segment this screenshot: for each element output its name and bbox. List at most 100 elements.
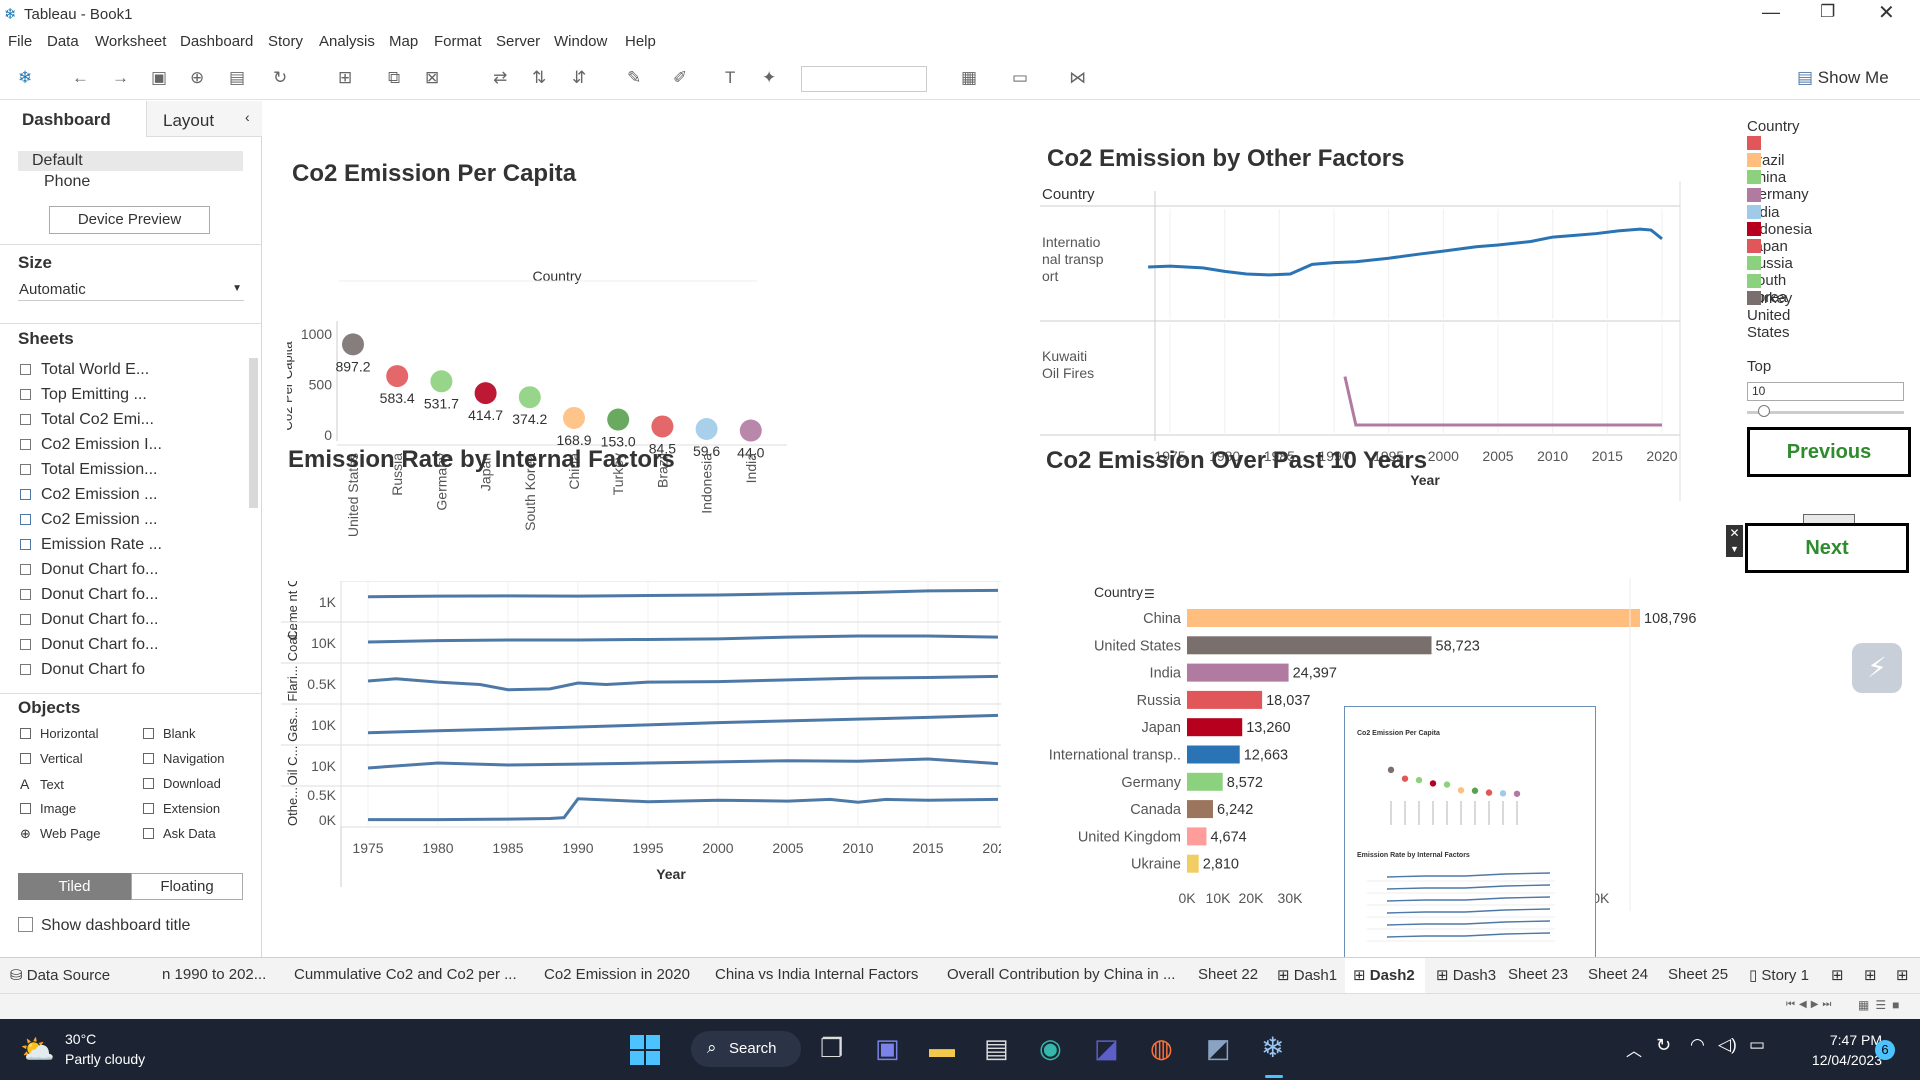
tab-dashboard[interactable]: Dashboard — [0, 101, 146, 137]
tab-sheet[interactable]: Co2 Emission in 2020 — [544, 966, 690, 983]
object-blank[interactable]: Blank — [143, 726, 196, 741]
app-icon[interactable]: ◪ — [1094, 1033, 1119, 1064]
sync-icon[interactable]: ↻ — [1656, 1035, 1671, 1056]
highlight-icon[interactable]: ✎ — [627, 68, 641, 88]
tab-data-source[interactable]: ⛁ Data Source — [10, 966, 110, 984]
new-data-source-icon[interactable]: ⊕ — [190, 68, 204, 88]
tab-nav-arrows-icon[interactable]: ⏮◀▶⏭ — [1786, 999, 1835, 1010]
show-hidden-icons-icon[interactable]: ︿ — [1626, 1037, 1642, 1061]
menu-worksheet[interactable]: Worksheet — [95, 33, 166, 50]
minimize-button[interactable]: — — [1762, 2, 1780, 23]
restore-button[interactable]: ❐ — [1820, 2, 1835, 22]
menu-format[interactable]: Format — [434, 33, 482, 50]
sheet-item[interactable]: Donut Chart fo... — [20, 561, 158, 579]
undo-icon[interactable]: ← — [72, 68, 89, 88]
battery-icon[interactable]: ▭ — [1749, 1035, 1765, 1055]
sheet-item[interactable]: Co2 Emission I... — [20, 436, 162, 454]
teams-icon[interactable]: ▣ — [875, 1033, 900, 1064]
clock-date[interactable]: 12/04/2023 — [1792, 1052, 1882, 1068]
tab-sheet[interactable]: China vs India Internal Factors — [715, 966, 918, 983]
collapse-pane-icon[interactable]: ‹ — [245, 109, 250, 125]
menu-server[interactable]: Server — [496, 33, 540, 50]
top-filter-input[interactable]: 10 — [1747, 382, 1904, 401]
tab-layout[interactable]: Layout ‹ — [146, 101, 262, 137]
new-worksheet-icon[interactable]: ⊞ — [338, 68, 352, 88]
menu-story[interactable]: Story — [268, 33, 303, 50]
legend-item[interactable]: United States — [1747, 290, 1790, 341]
sheet-item[interactable]: Donut Chart fo... — [20, 611, 158, 629]
object-ask-data[interactable]: Ask Data — [143, 826, 216, 841]
task-view-icon[interactable]: ❐ — [820, 1033, 843, 1064]
sheets-scrollbar[interactable] — [249, 358, 258, 508]
object-vertical[interactable]: Vertical — [20, 751, 83, 766]
sheet-item[interactable]: Total Emission... — [20, 461, 157, 479]
sheet-item[interactable]: Top Emitting ... — [20, 386, 147, 404]
clear-sheet-icon[interactable]: ⊠ — [425, 68, 439, 88]
menu-analysis[interactable]: Analysis — [319, 33, 375, 50]
close-button[interactable]: ✕ — [1878, 0, 1895, 25]
firefox-icon[interactable]: ◍ — [1150, 1033, 1173, 1064]
pause-updates-icon[interactable]: ▤ — [229, 68, 245, 88]
object-navigation[interactable]: Navigation — [143, 751, 224, 766]
volume-icon[interactable]: ◁) — [1718, 1035, 1737, 1055]
floating-toggle[interactable]: Floating — [131, 873, 243, 900]
device-preview-button[interactable]: Device Preview — [49, 206, 210, 234]
taskbar-search[interactable]: ⌕ Search — [691, 1031, 801, 1067]
device-phone[interactable]: Phone — [44, 173, 90, 191]
menu-dashboard[interactable]: Dashboard — [180, 33, 253, 50]
show-cards-icon[interactable]: ▦ — [961, 68, 977, 88]
tab-sheet[interactable]: Overall Contribution by China in ... — [947, 966, 1175, 983]
tableau-home-icon[interactable]: ❄ — [18, 68, 32, 88]
fit-dropdown[interactable] — [801, 66, 927, 92]
tableau-prep-icon[interactable]: ◩ — [1206, 1033, 1231, 1064]
pin-icon[interactable]: ✦ — [762, 68, 776, 88]
sheet-item[interactable]: Total World E... — [20, 361, 149, 379]
sheet-item[interactable]: Co2 Emission ... — [20, 486, 157, 504]
close-icon[interactable]: ✕ — [1726, 525, 1743, 542]
menu-map[interactable]: Map — [389, 33, 418, 50]
duplicate-icon[interactable]: ⧉ — [388, 68, 400, 88]
chart-per-capita[interactable]: CountryCo2 Per Capita10005000897.2United… — [287, 201, 967, 581]
object-horizontal[interactable]: Horizontal — [20, 726, 99, 741]
menu-window[interactable]: Window — [554, 33, 607, 50]
sort-descending-icon[interactable]: ⇵ — [572, 68, 586, 88]
save-icon[interactable]: ▣ — [151, 68, 167, 88]
sheet-item[interactable]: Donut Chart fo... — [20, 636, 158, 654]
share-icon[interactable]: ⋈ — [1069, 68, 1086, 88]
tab-sheet[interactable]: Sheet 23 — [1508, 966, 1568, 983]
label-icon[interactable]: T — [725, 68, 735, 88]
sheet-item[interactable]: Emission Rate ... — [20, 536, 162, 554]
floating-widget-icon[interactable]: ⚡ — [1852, 643, 1902, 693]
tab-sheet[interactable]: Cummulative Co2 and Co2 per ... — [294, 966, 517, 983]
sheet-item[interactable]: Donut Chart fo... — [20, 586, 158, 604]
new-story-tab-icon[interactable]: ⊞ — [1896, 966, 1909, 984]
next-button[interactable]: Next — [1745, 523, 1909, 573]
start-button[interactable] — [630, 1035, 660, 1065]
menu-data[interactable]: Data — [47, 33, 79, 50]
tab-sheet[interactable]: Sheet 25 — [1668, 966, 1728, 983]
weather-desc[interactable]: Partly cloudy — [65, 1051, 145, 1067]
sheet-item[interactable]: Donut Chart fo — [20, 661, 145, 679]
tiled-toggle[interactable]: Tiled — [18, 873, 131, 900]
object-extension[interactable]: Extension — [143, 801, 220, 816]
top-filter-slider[interactable] — [1747, 411, 1904, 414]
device-default[interactable]: Default — [18, 151, 243, 171]
show-dashboard-title-checkbox[interactable]: Show dashboard title — [18, 917, 190, 935]
sheet-item[interactable]: Total Co2 Emi... — [20, 411, 154, 429]
file-explorer-icon[interactable]: ▬ — [929, 1033, 955, 1064]
chart-internal-factors[interactable]: Ceme nt Co2 1KCoal... 10KFlari... 0.5KGas..… — [281, 581, 1001, 961]
sheet-item[interactable]: Co2 Emission ... — [20, 511, 157, 529]
clock-time[interactable]: 7:47 PM — [1792, 1032, 1882, 1048]
wifi-icon[interactable]: ◠ — [1690, 1035, 1705, 1055]
object-web-page[interactable]: ⊕ Web Page — [20, 826, 100, 842]
menu-file[interactable]: File — [8, 33, 32, 50]
tab-story[interactable]: ▯ Story 1 — [1749, 966, 1809, 984]
tableau-taskbar-icon[interactable]: ❄ — [1261, 1031, 1284, 1064]
object-image[interactable]: Image — [20, 801, 76, 816]
tab-sheet[interactable]: Sheet 24 — [1588, 966, 1648, 983]
object-text[interactable]: A Text — [20, 776, 64, 792]
edge-icon[interactable]: ◉ — [1039, 1033, 1062, 1064]
new-dashboard-tab-icon[interactable]: ⊞ — [1864, 966, 1877, 984]
notification-badge[interactable]: 6 — [1875, 1040, 1895, 1060]
top-filter-slider-handle[interactable] — [1758, 405, 1770, 417]
